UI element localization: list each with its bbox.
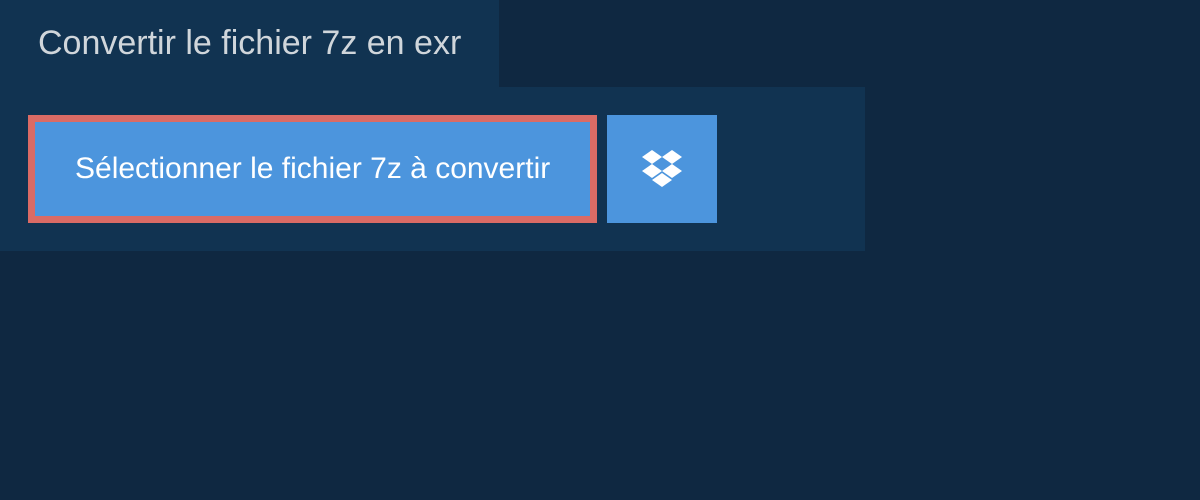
conversion-tab[interactable]: Convertir le fichier 7z en exr — [0, 0, 499, 87]
dropbox-icon — [642, 150, 682, 188]
select-file-label: Sélectionner le fichier 7z à convertir — [75, 152, 550, 186]
dropbox-button[interactable] — [607, 115, 717, 223]
select-file-button[interactable]: Sélectionner le fichier 7z à convertir — [28, 115, 597, 223]
button-row: Sélectionner le fichier 7z à convertir — [28, 115, 837, 223]
tab-label: Convertir le fichier 7z en exr — [38, 24, 461, 62]
content-panel: Sélectionner le fichier 7z à convertir — [0, 87, 865, 251]
